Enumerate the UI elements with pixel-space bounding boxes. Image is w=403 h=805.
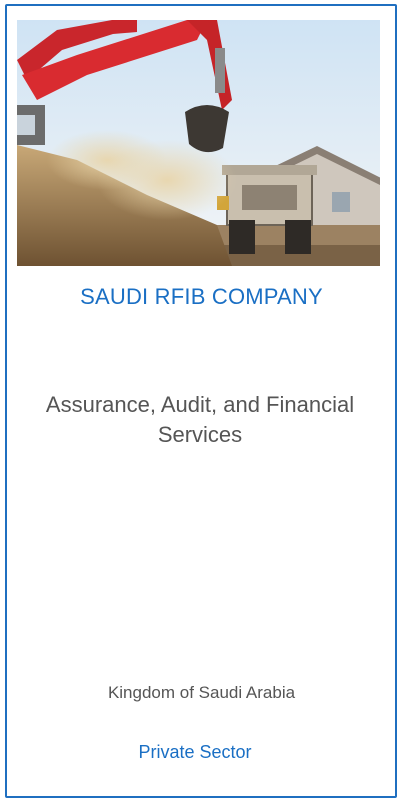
country-label: Kingdom of Saudi Arabia [107, 683, 296, 702]
hero-image [17, 20, 380, 266]
company-name[interactable]: SAUDI RFIB COMPANY [0, 284, 403, 310]
service-description: Assurance, Audit, and Financial Services [45, 392, 355, 447]
sector-link[interactable]: Private Sector [100, 742, 290, 763]
